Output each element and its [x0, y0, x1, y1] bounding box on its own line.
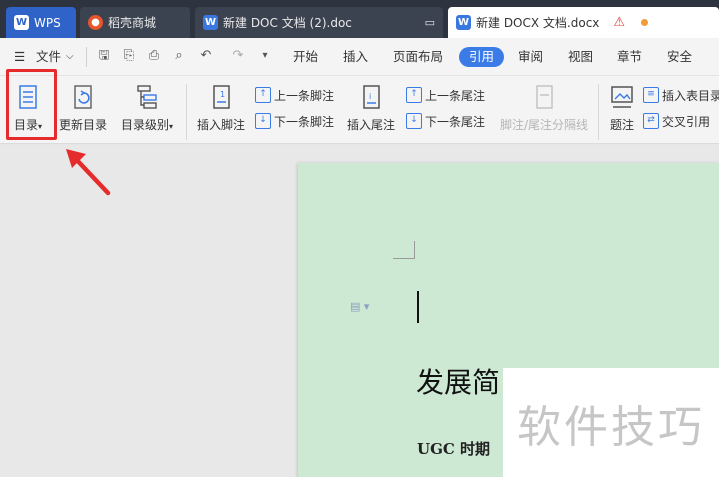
svg-text:1: 1 — [220, 90, 225, 99]
toc-level-label: 目录级别 — [120, 118, 169, 132]
tab-bar: W WPS ● 稻壳商城 W 新建 DOC 文档 (2).doc ▭ W 新建 … — [0, 0, 719, 38]
tab-label: 稻壳商城 — [108, 16, 157, 30]
print-icon[interactable]: ⎙ — [146, 48, 162, 64]
wps-logo-icon: W — [14, 15, 29, 30]
update-toc-button[interactable]: 更新目录 — [58, 82, 108, 133]
footnote-icon: 1 — [206, 82, 236, 112]
toc-level-icon — [132, 82, 162, 112]
hamburger-icon[interactable]: ☰ — [14, 47, 25, 67]
export-icon[interactable]: ⎘ — [121, 48, 137, 64]
prev-footnote-button[interactable]: ↑ 上一条脚注 — [255, 86, 334, 104]
tab-wps-home[interactable]: W WPS — [6, 7, 76, 38]
next-endnote-label: 下一条尾注 — [425, 114, 486, 129]
endnote-icon: i — [356, 82, 386, 112]
menu-section[interactable]: 章节 — [617, 47, 642, 67]
red-arrow-icon — [66, 149, 111, 196]
divider — [598, 84, 599, 140]
arrow-down-icon: ↓ — [255, 113, 271, 129]
menu-page-layout[interactable]: 页面布局 — [393, 47, 443, 67]
document-subheading[interactable]: UGC 时期 — [417, 438, 490, 459]
word-doc-icon: W — [203, 15, 218, 30]
watermark: 软件技巧 — [503, 368, 719, 477]
caption-button[interactable]: 题注 — [606, 82, 638, 133]
footnote-separator-button[interactable]: 脚注/尾注分隔线 — [498, 82, 590, 133]
arrow-down-icon: ↓ — [406, 113, 422, 129]
tab-label: WPS — [34, 15, 61, 30]
chevron-down-icon[interactable]: ⌵ — [66, 47, 74, 67]
paragraph-menu-icon[interactable]: ▤ ▾ — [350, 300, 369, 313]
redo-icon[interactable]: ↷ — [230, 48, 246, 64]
docer-icon: ● — [88, 15, 103, 30]
cross-reference-icon: ⇄ — [643, 113, 659, 129]
insert-footnote-label: 插入脚注 — [196, 118, 245, 132]
refresh-icon — [68, 82, 98, 112]
insert-table-toc-label: 插入表目录 — [662, 88, 719, 103]
caption-label: 题注 — [609, 118, 634, 132]
window-icon[interactable]: ▭ — [425, 16, 435, 29]
text-cursor — [417, 291, 419, 323]
cross-reference-button[interactable]: ⇄ 交叉引用 — [643, 112, 710, 130]
tab-label: 新建 DOCX 文档.docx — [476, 16, 600, 30]
divider — [86, 47, 87, 67]
next-footnote-label: 下一条脚注 — [274, 114, 335, 129]
insert-footnote-button[interactable]: 1 插入脚注 — [196, 82, 246, 133]
arrow-up-icon: ↑ — [406, 87, 422, 103]
tab-docer-mall[interactable]: ● 稻壳商城 — [80, 7, 190, 38]
menu-start[interactable]: 开始 — [293, 47, 318, 67]
svg-text:i: i — [369, 92, 371, 101]
file-menu[interactable]: 文件 — [36, 47, 61, 67]
word-doc-icon: W — [456, 15, 471, 30]
tab-docx-file-active[interactable]: W 新建 DOCX 文档.docx ⚠ — [448, 7, 719, 38]
print-preview-icon[interactable]: ⌕ — [171, 48, 187, 64]
arrow-up-icon: ↑ — [255, 87, 271, 103]
customize-icon[interactable]: ▾ — [257, 48, 273, 64]
warning-icon[interactable]: ⚠ — [613, 15, 625, 30]
next-endnote-button[interactable]: ↓ 下一条尾注 — [406, 112, 485, 130]
menu-bar: ☰ 文件 ⌵ 🖫 ⎘ ⎙ ⌕ ↶ ↷ ▾ 开始 插入 页面布局 引用 审阅 视图… — [0, 38, 719, 76]
margin-corner-mark — [393, 241, 415, 259]
insert-endnote-label: 插入尾注 — [346, 118, 395, 132]
footnote-separator-label: 脚注/尾注分隔线 — [499, 118, 589, 132]
menu-references-active[interactable]: 引用 — [459, 47, 505, 67]
next-footnote-button[interactable]: ↓ 下一条脚注 — [255, 112, 334, 130]
tab-doc-file[interactable]: W 新建 DOC 文档 (2).doc ▭ — [195, 7, 443, 38]
update-toc-label: 更新目录 — [58, 118, 107, 132]
table-toc-icon: ≡ — [643, 87, 659, 103]
document-heading[interactable]: 发展简 — [416, 361, 500, 401]
separator-icon — [529, 82, 559, 112]
insert-endnote-button[interactable]: i 插入尾注 — [346, 82, 396, 133]
cross-reference-label: 交叉引用 — [662, 114, 711, 129]
highlight-box — [6, 69, 57, 140]
divider — [186, 84, 187, 140]
insert-table-toc-button[interactable]: ≡ 插入表目录 — [643, 86, 719, 104]
toc-level-button[interactable]: 目录级别▾ — [118, 82, 176, 133]
menu-security[interactable]: 安全 — [667, 47, 692, 67]
menu-view[interactable]: 视图 — [568, 47, 593, 67]
prev-endnote-button[interactable]: ↑ 上一条尾注 — [406, 86, 485, 104]
prev-endnote-label: 上一条尾注 — [425, 88, 486, 103]
references-ribbon: 目录▾ 更新目录 目录级别▾ 1 插入脚注 ↑ 上一条脚注 ↓ 下一条脚注 i 插入… — [0, 76, 719, 144]
undo-icon[interactable]: ↶ — [198, 48, 214, 64]
menu-insert[interactable]: 插入 — [343, 47, 368, 67]
unsaved-dot-icon — [641, 19, 649, 26]
tab-label: 新建 DOC 文档 (2).doc — [223, 16, 352, 30]
caption-icon — [607, 82, 637, 112]
prev-footnote-label: 上一条脚注 — [274, 88, 335, 103]
menu-review[interactable]: 审阅 — [518, 47, 543, 67]
save-icon[interactable]: 🖫 — [96, 48, 112, 64]
